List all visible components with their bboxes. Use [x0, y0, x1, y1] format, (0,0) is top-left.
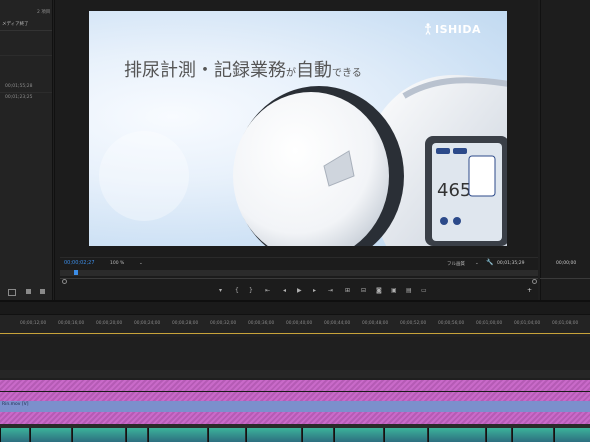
audio-clip-pink[interactable]	[0, 380, 590, 391]
work-area-bar[interactable]	[0, 333, 590, 334]
ruler-tick: 00;01;04;00	[514, 321, 541, 326]
brand-text: ISHIDA	[435, 23, 481, 36]
clip-label: Rin.mov [V]	[2, 402, 29, 407]
divider	[0, 92, 52, 93]
screen-button-icon	[453, 217, 461, 225]
divider	[0, 30, 52, 31]
ruler-tick: 00;00;12;00	[20, 321, 47, 326]
export-frame-icon[interactable]: ◙	[376, 287, 382, 294]
ruler-tick: 00;00;16;00	[58, 321, 85, 326]
divider	[54, 0, 55, 300]
ruler-tick: 00;00;28;00	[172, 321, 199, 326]
right-timecode: 00;00;00	[556, 261, 577, 266]
timeline-header	[0, 302, 590, 314]
video-clip[interactable]	[0, 428, 29, 442]
clip-duration: 00;01;23;25	[5, 95, 33, 100]
extract-icon[interactable]: ⊟	[361, 287, 366, 294]
video-clip[interactable]	[246, 428, 301, 442]
in-point-icon[interactable]: {	[235, 287, 239, 294]
ruler-tick: 00;00;56;00	[438, 321, 465, 326]
video-clip[interactable]	[208, 428, 245, 442]
ruler-tick: 00;00;40;00	[286, 321, 313, 326]
wrench-icon[interactable]: 🔧	[486, 259, 493, 266]
lift-icon[interactable]: ⊞	[345, 287, 350, 294]
ruler-tick: 00;00;24;00	[134, 321, 161, 326]
video-clip[interactable]	[428, 428, 485, 442]
video-frame: 排尿計測・記録業務が自動できる ISHIDA 465	[89, 11, 507, 246]
video-clip[interactable]	[148, 428, 207, 442]
video-clip[interactable]	[334, 428, 383, 442]
item-count: 2 項目	[37, 10, 51, 15]
ruler-tick: 00;00;36;00	[248, 321, 275, 326]
video-clip[interactable]	[126, 428, 147, 442]
track-gap	[0, 370, 590, 378]
video-clip[interactable]	[384, 428, 427, 442]
divider	[60, 257, 538, 258]
play-icon[interactable]: ▶	[297, 287, 302, 294]
video-clip[interactable]	[554, 428, 590, 442]
marker-icon[interactable]: ▾	[219, 287, 222, 294]
step-forward-icon[interactable]: ▸	[313, 287, 316, 294]
zoom-select[interactable]: 100 %	[110, 261, 124, 266]
zoom-handle-left[interactable]	[62, 279, 67, 284]
light-bokeh	[99, 131, 189, 221]
add-button-icon[interactable]: +	[527, 287, 532, 294]
logo-figure-icon	[424, 23, 432, 35]
go-to-out-icon[interactable]: ⇥	[328, 287, 333, 294]
ruler-tick: 00;00;48;00	[362, 321, 389, 326]
divider	[0, 55, 52, 56]
ruler-tick: 00;00;52;00	[400, 321, 427, 326]
divider	[60, 278, 538, 279]
divider	[540, 278, 590, 279]
screen-tab	[453, 148, 467, 154]
ruler-tick: 00;00;32;00	[210, 321, 237, 326]
ruler-tick: 00;00;20;00	[96, 321, 123, 326]
video-clip[interactable]	[512, 428, 553, 442]
video-clip[interactable]	[302, 428, 333, 442]
out-point-icon[interactable]: }	[249, 287, 253, 294]
safe-margins-icon[interactable]: ▤	[406, 287, 412, 294]
ruler-tick: 00;01;08;00	[552, 321, 579, 326]
list-view-icon[interactable]	[8, 289, 16, 296]
compare-icon[interactable]: ▣	[391, 287, 397, 294]
chevron-down-icon[interactable]: ⌄	[139, 261, 143, 266]
ishida-logo: ISHIDA	[424, 21, 481, 36]
ruler-tick: 00;00;44;00	[324, 321, 351, 326]
video-clip[interactable]	[72, 428, 125, 442]
ruler-tick: 00;01;00;00	[476, 321, 503, 326]
project-panel	[0, 0, 53, 300]
go-to-in-icon[interactable]: ⇤	[265, 287, 270, 294]
screen-tab	[436, 148, 450, 154]
zoom-handle-right[interactable]	[532, 279, 537, 284]
source-panel	[540, 0, 590, 300]
screen-button-icon	[440, 217, 448, 225]
duration-timecode: 00;01;35;29	[497, 261, 525, 266]
video-clip[interactable]	[486, 428, 511, 442]
current-timecode[interactable]: 00;00;02;27	[64, 260, 95, 266]
device-reading: 465	[437, 180, 471, 201]
device-illustration: 465	[233, 75, 507, 246]
scrubber-bar[interactable]	[60, 270, 538, 276]
step-back-icon[interactable]: ◂	[283, 287, 286, 294]
clip-duration: 00;01;55;28	[5, 84, 33, 89]
new-item-icon[interactable]	[40, 289, 45, 294]
quality-select[interactable]: フル画質	[447, 261, 465, 267]
display-icon[interactable]: ▭	[421, 287, 427, 294]
video-clip[interactable]	[30, 428, 71, 442]
video-clip-blue[interactable]	[0, 401, 590, 412]
new-bin-icon[interactable]	[26, 289, 31, 294]
media-end-menu[interactable]: メディア終了	[2, 21, 29, 27]
audio-clip-pink[interactable]	[0, 412, 590, 424]
chevron-down-icon[interactable]: ⌄	[475, 261, 479, 266]
playhead[interactable]	[74, 270, 78, 275]
